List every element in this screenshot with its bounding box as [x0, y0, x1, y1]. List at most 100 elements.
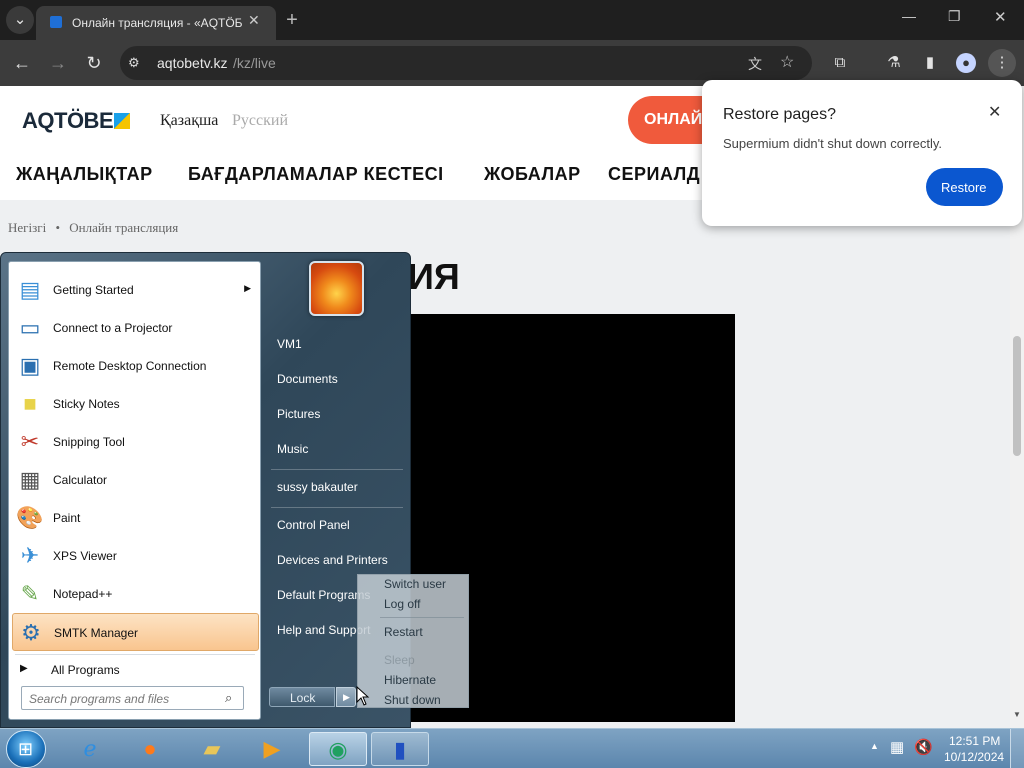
log-off-item[interactable]: Log off: [384, 597, 420, 611]
search-placeholder: Search programs and files: [29, 692, 170, 706]
restart-item[interactable]: Restart: [384, 625, 423, 639]
lock-button[interactable]: Lock: [269, 687, 335, 707]
scrollbar-thumb[interactable]: [1013, 336, 1021, 456]
search-programs-input[interactable]: Search programs and files ⌕: [21, 686, 244, 710]
nav-news[interactable]: ЖАҢАЛЫҚТАР: [16, 164, 153, 185]
site-info-icon[interactable]: ⚙: [128, 55, 140, 71]
show-hidden-icons-arrow-icon[interactable]: ▲: [870, 741, 879, 751]
minimize-button[interactable]: —: [902, 8, 916, 24]
nav-series[interactable]: СЕРИАЛД: [608, 164, 700, 185]
live-button-label: ОНЛАЙ: [644, 111, 703, 128]
back-button[interactable]: ←: [8, 49, 36, 77]
network-icon[interactable]: ▦: [890, 738, 904, 756]
power-options-arrow-button[interactable]: ▶: [336, 687, 356, 707]
sticky-notes-icon: ■: [23, 391, 37, 416]
start-item-computer[interactable]: sussy bakauter: [277, 480, 358, 494]
hibernate-item[interactable]: Hibernate: [384, 673, 436, 687]
breadcrumb-home[interactable]: Негізгі: [8, 220, 46, 235]
volume-muted-icon[interactable]: 🔇: [914, 738, 933, 756]
smtk-manager-icon: ⚙: [21, 620, 41, 645]
start-item-control-panel[interactable]: Control Panel: [277, 518, 350, 532]
calculator-icon: ▦: [19, 467, 41, 492]
extensions-icon[interactable]: ⧉: [826, 49, 854, 77]
new-tab-button[interactable]: +: [278, 6, 306, 34]
projector-icon: ▭: [19, 315, 41, 340]
program-snipping-tool[interactable]: ✂ Snipping Tool: [12, 423, 259, 461]
site-favicon-icon: [50, 16, 62, 28]
program-getting-started[interactable]: ▤ Getting Started ▶: [12, 271, 259, 309]
program-label: Paint: [53, 511, 81, 525]
start-item-devices-printers[interactable]: Devices and Printers: [277, 553, 388, 567]
program-label: Sticky Notes: [53, 397, 120, 411]
lang-russian[interactable]: Русский: [232, 112, 288, 130]
getting-started-icon: ▤: [19, 277, 41, 302]
tab-title: Онлайн трансляция - «AQTÖБ: [72, 16, 242, 30]
program-calculator[interactable]: ▦ Calculator: [12, 461, 259, 499]
taskbar-ie-icon[interactable]: ℯ: [63, 732, 117, 766]
start-item-documents[interactable]: Documents: [277, 372, 338, 386]
clock-time[interactable]: 12:51 PM: [949, 734, 1000, 748]
start-item-user[interactable]: VM1: [277, 337, 302, 351]
program-connect-projector[interactable]: ▭ Connect to a Projector: [12, 309, 259, 347]
tab-search-button[interactable]: ⌄: [6, 6, 34, 34]
start-menu-programs-pane: ▤ Getting Started ▶ ▭ Connect to a Projecto…: [8, 261, 261, 720]
taskbar-firefox-icon[interactable]: ●: [123, 732, 177, 766]
reload-button[interactable]: ↻: [80, 49, 108, 77]
browser-tab[interactable]: Онлайн трансляция - «AQTÖБ ✕: [36, 6, 276, 40]
lang-kazakh[interactable]: Қазақша: [160, 112, 218, 130]
program-xps-viewer[interactable]: ✈ XPS Viewer: [12, 537, 259, 575]
lock-button-label: Lock: [290, 691, 316, 705]
program-smtk-manager[interactable]: ⚙ SMTK Manager: [12, 613, 259, 651]
program-notepadpp[interactable]: ✎ Notepad++: [12, 575, 259, 613]
scroll-down-arrow-icon[interactable]: ▼: [1013, 710, 1021, 719]
logo-mark-icon: [114, 113, 130, 129]
bookmark-star-icon[interactable]: ☆: [780, 52, 794, 72]
profile-avatar-icon[interactable]: ●: [956, 53, 976, 73]
user-picture[interactable]: [309, 261, 364, 316]
restore-button[interactable]: Restore: [926, 168, 1003, 206]
taskbar-smtk-icon[interactable]: ▮: [371, 732, 429, 766]
taskbar-supermium-icon[interactable]: ◉: [309, 732, 367, 766]
all-programs-link[interactable]: ▶ All Programs: [12, 657, 259, 681]
close-window-button[interactable]: ✕: [994, 8, 1007, 26]
show-desktop-button[interactable]: [1010, 729, 1024, 768]
taskbar-explorer-icon[interactable]: ▰: [185, 732, 239, 766]
nav-schedule[interactable]: БАҒДАРЛАМАЛАР КЕСТЕСІ: [188, 164, 444, 185]
forward-button[interactable]: →: [44, 49, 72, 77]
restore-window-button[interactable]: ❐: [948, 8, 961, 25]
translate-icon[interactable]: 文: [748, 54, 762, 74]
popup-close-icon[interactable]: ✕: [988, 102, 1001, 122]
taskbar-media-player-icon[interactable]: ▶: [245, 732, 299, 766]
close-tab-icon[interactable]: ✕: [248, 12, 260, 29]
all-programs-label: All Programs: [51, 663, 120, 677]
site-logo[interactable]: AQTÖBE: [22, 108, 114, 134]
mouse-cursor-icon: [356, 686, 370, 706]
sleep-item[interactable]: Sleep: [384, 653, 415, 667]
start-orb-button[interactable]: ⊞: [6, 730, 46, 768]
labs-flask-icon[interactable]: ⚗: [880, 49, 908, 77]
breadcrumb-current: Онлайн трансляция: [69, 220, 179, 235]
snipping-tool-icon: ✂: [20, 429, 40, 454]
taskbar: ⊞ ℯ ● ▰ ▶ ◉ ▮ ▲ ▦ 🔇 12:51 PM 10/12/2024: [0, 728, 1024, 768]
program-label: Snipping Tool: [53, 435, 125, 449]
url-host: aqtobetv.kz: [157, 55, 228, 71]
program-label: Notepad++: [53, 587, 113, 601]
start-menu: ▤ Getting Started ▶ ▭ Connect to a Projecto…: [0, 252, 411, 728]
program-sticky-notes[interactable]: ■ Sticky Notes: [12, 385, 259, 423]
program-remote-desktop[interactable]: ▣ Remote Desktop Connection: [12, 347, 259, 385]
restore-pages-popup: Restore pages? ✕ Supermium didn't shut d…: [702, 80, 1022, 226]
menu-kebab-icon[interactable]: ⋮: [988, 49, 1016, 77]
clock-date[interactable]: 10/12/2024: [944, 750, 1004, 764]
switch-user-item[interactable]: Switch user: [384, 577, 446, 591]
address-bar[interactable]: ⚙ aqtobetv.kz /kz/live 文 ☆: [120, 46, 812, 80]
power-submenu: Switch user Log off Restart Sleep Hibern…: [357, 574, 469, 708]
side-panel-icon[interactable]: ▮: [916, 49, 944, 77]
start-item-pictures[interactable]: Pictures: [277, 407, 320, 421]
submenu-arrow-icon: ▶: [244, 283, 251, 293]
start-item-music[interactable]: Music: [277, 442, 308, 456]
shut-down-item[interactable]: Shut down: [384, 693, 441, 707]
xps-viewer-icon: ✈: [20, 543, 40, 568]
paint-icon: 🎨: [16, 505, 44, 530]
program-paint[interactable]: 🎨 Paint: [12, 499, 259, 537]
nav-projects[interactable]: ЖОБАЛАР: [484, 164, 581, 185]
